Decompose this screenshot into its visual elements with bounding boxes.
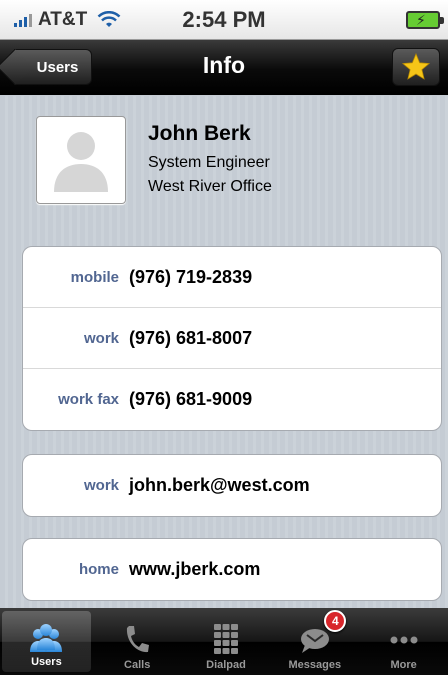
status-bar: AT&T 2:54 PM ⚡ — [0, 0, 448, 40]
status-time: 2:54 PM — [182, 7, 266, 32]
phone-row-work-fax[interactable]: work fax (976) 681-9009 — [23, 369, 441, 430]
row-label: work fax — [58, 391, 119, 408]
more-icon — [390, 636, 418, 644]
users-icon — [30, 624, 63, 652]
avatar[interactable] — [36, 116, 126, 204]
charging-bolt-icon: ⚡ — [416, 12, 426, 28]
phone-numbers-group: mobile (976) 719-2839 work (976) 681-800… — [22, 246, 442, 431]
tab-calls[interactable]: Calls — [93, 608, 182, 675]
row-value: www.jberk.com — [129, 559, 261, 579]
tab-label: Messages — [288, 659, 342, 671]
tab-dialpad[interactable]: Dialpad — [182, 608, 271, 675]
tab-label: Users — [31, 656, 62, 668]
phone-row-mobile[interactable]: mobile (976) 719-2839 — [23, 247, 441, 308]
phone-row-work[interactable]: work (976) 681-8007 — [23, 308, 441, 369]
page-title: Info — [202, 52, 246, 78]
tab-more[interactable]: More — [359, 608, 448, 675]
person-placeholder-icon — [54, 132, 108, 192]
contact-name: John Berk — [148, 122, 251, 145]
dialpad-icon — [213, 624, 238, 654]
battery-icon: ⚡ — [406, 11, 444, 29]
email-group: work john.berk@west.com — [22, 454, 442, 517]
favorite-star-button[interactable] — [392, 48, 440, 86]
contact-job-title: System Engineer — [148, 154, 270, 171]
row-value: (976) 681-8007 — [129, 327, 253, 348]
row-label: work — [83, 329, 119, 347]
tab-label: More — [390, 659, 417, 671]
navigation-bar: Users Info — [0, 40, 448, 95]
messages-badge: 4 — [324, 610, 347, 632]
tab-users[interactable]: Users — [2, 611, 91, 672]
tab-messages[interactable]: 4 Messages — [270, 608, 359, 675]
tab-bar: Users Calls Dialpad 4 Messages More — [0, 608, 448, 675]
row-label: mobile — [70, 268, 119, 286]
tab-label: Calls — [124, 659, 151, 671]
row-value: (976) 681-9009 — [129, 389, 253, 409]
email-row-work[interactable]: work john.berk@west.com — [23, 455, 441, 516]
contact-detail-content[interactable]: John Berk System Engineer West River Off… — [0, 96, 448, 608]
url-group: home www.jberk.com — [22, 538, 442, 601]
row-value: (976) 719-2839 — [129, 266, 253, 287]
row-label: home — [78, 561, 119, 578]
contact-company: West River Office — [148, 178, 272, 195]
row-value: john.berk@west.com — [129, 475, 310, 495]
url-row-home[interactable]: home www.jberk.com — [23, 539, 441, 600]
tab-label: Dialpad — [206, 659, 246, 671]
star-icon — [401, 52, 431, 80]
row-label: work — [83, 477, 119, 494]
phone-icon — [127, 626, 150, 653]
